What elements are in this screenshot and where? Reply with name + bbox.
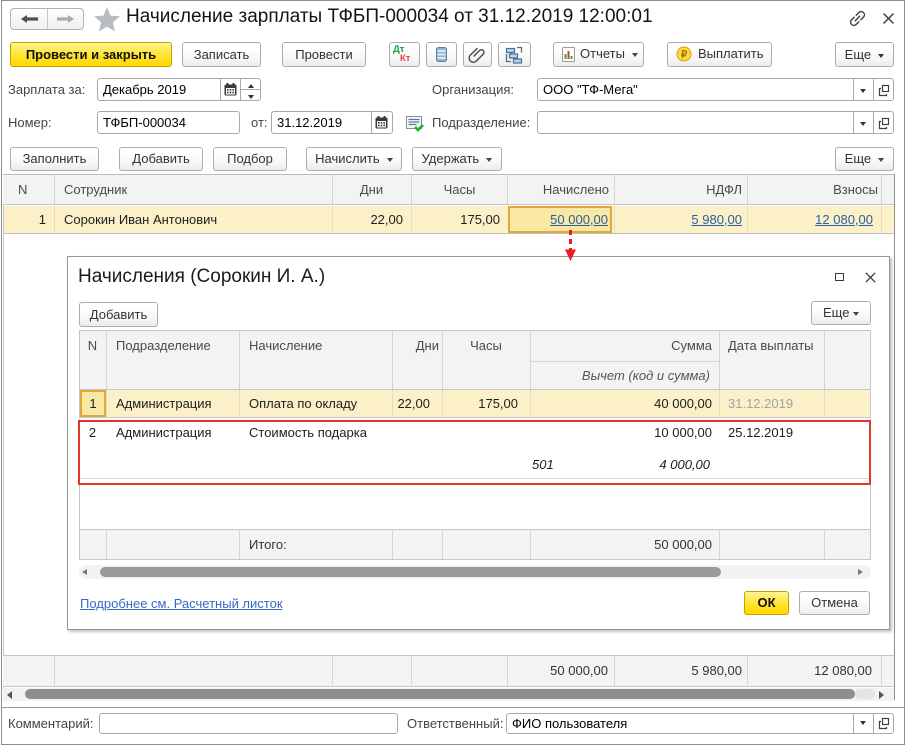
svg-text:₽: ₽	[681, 50, 688, 61]
